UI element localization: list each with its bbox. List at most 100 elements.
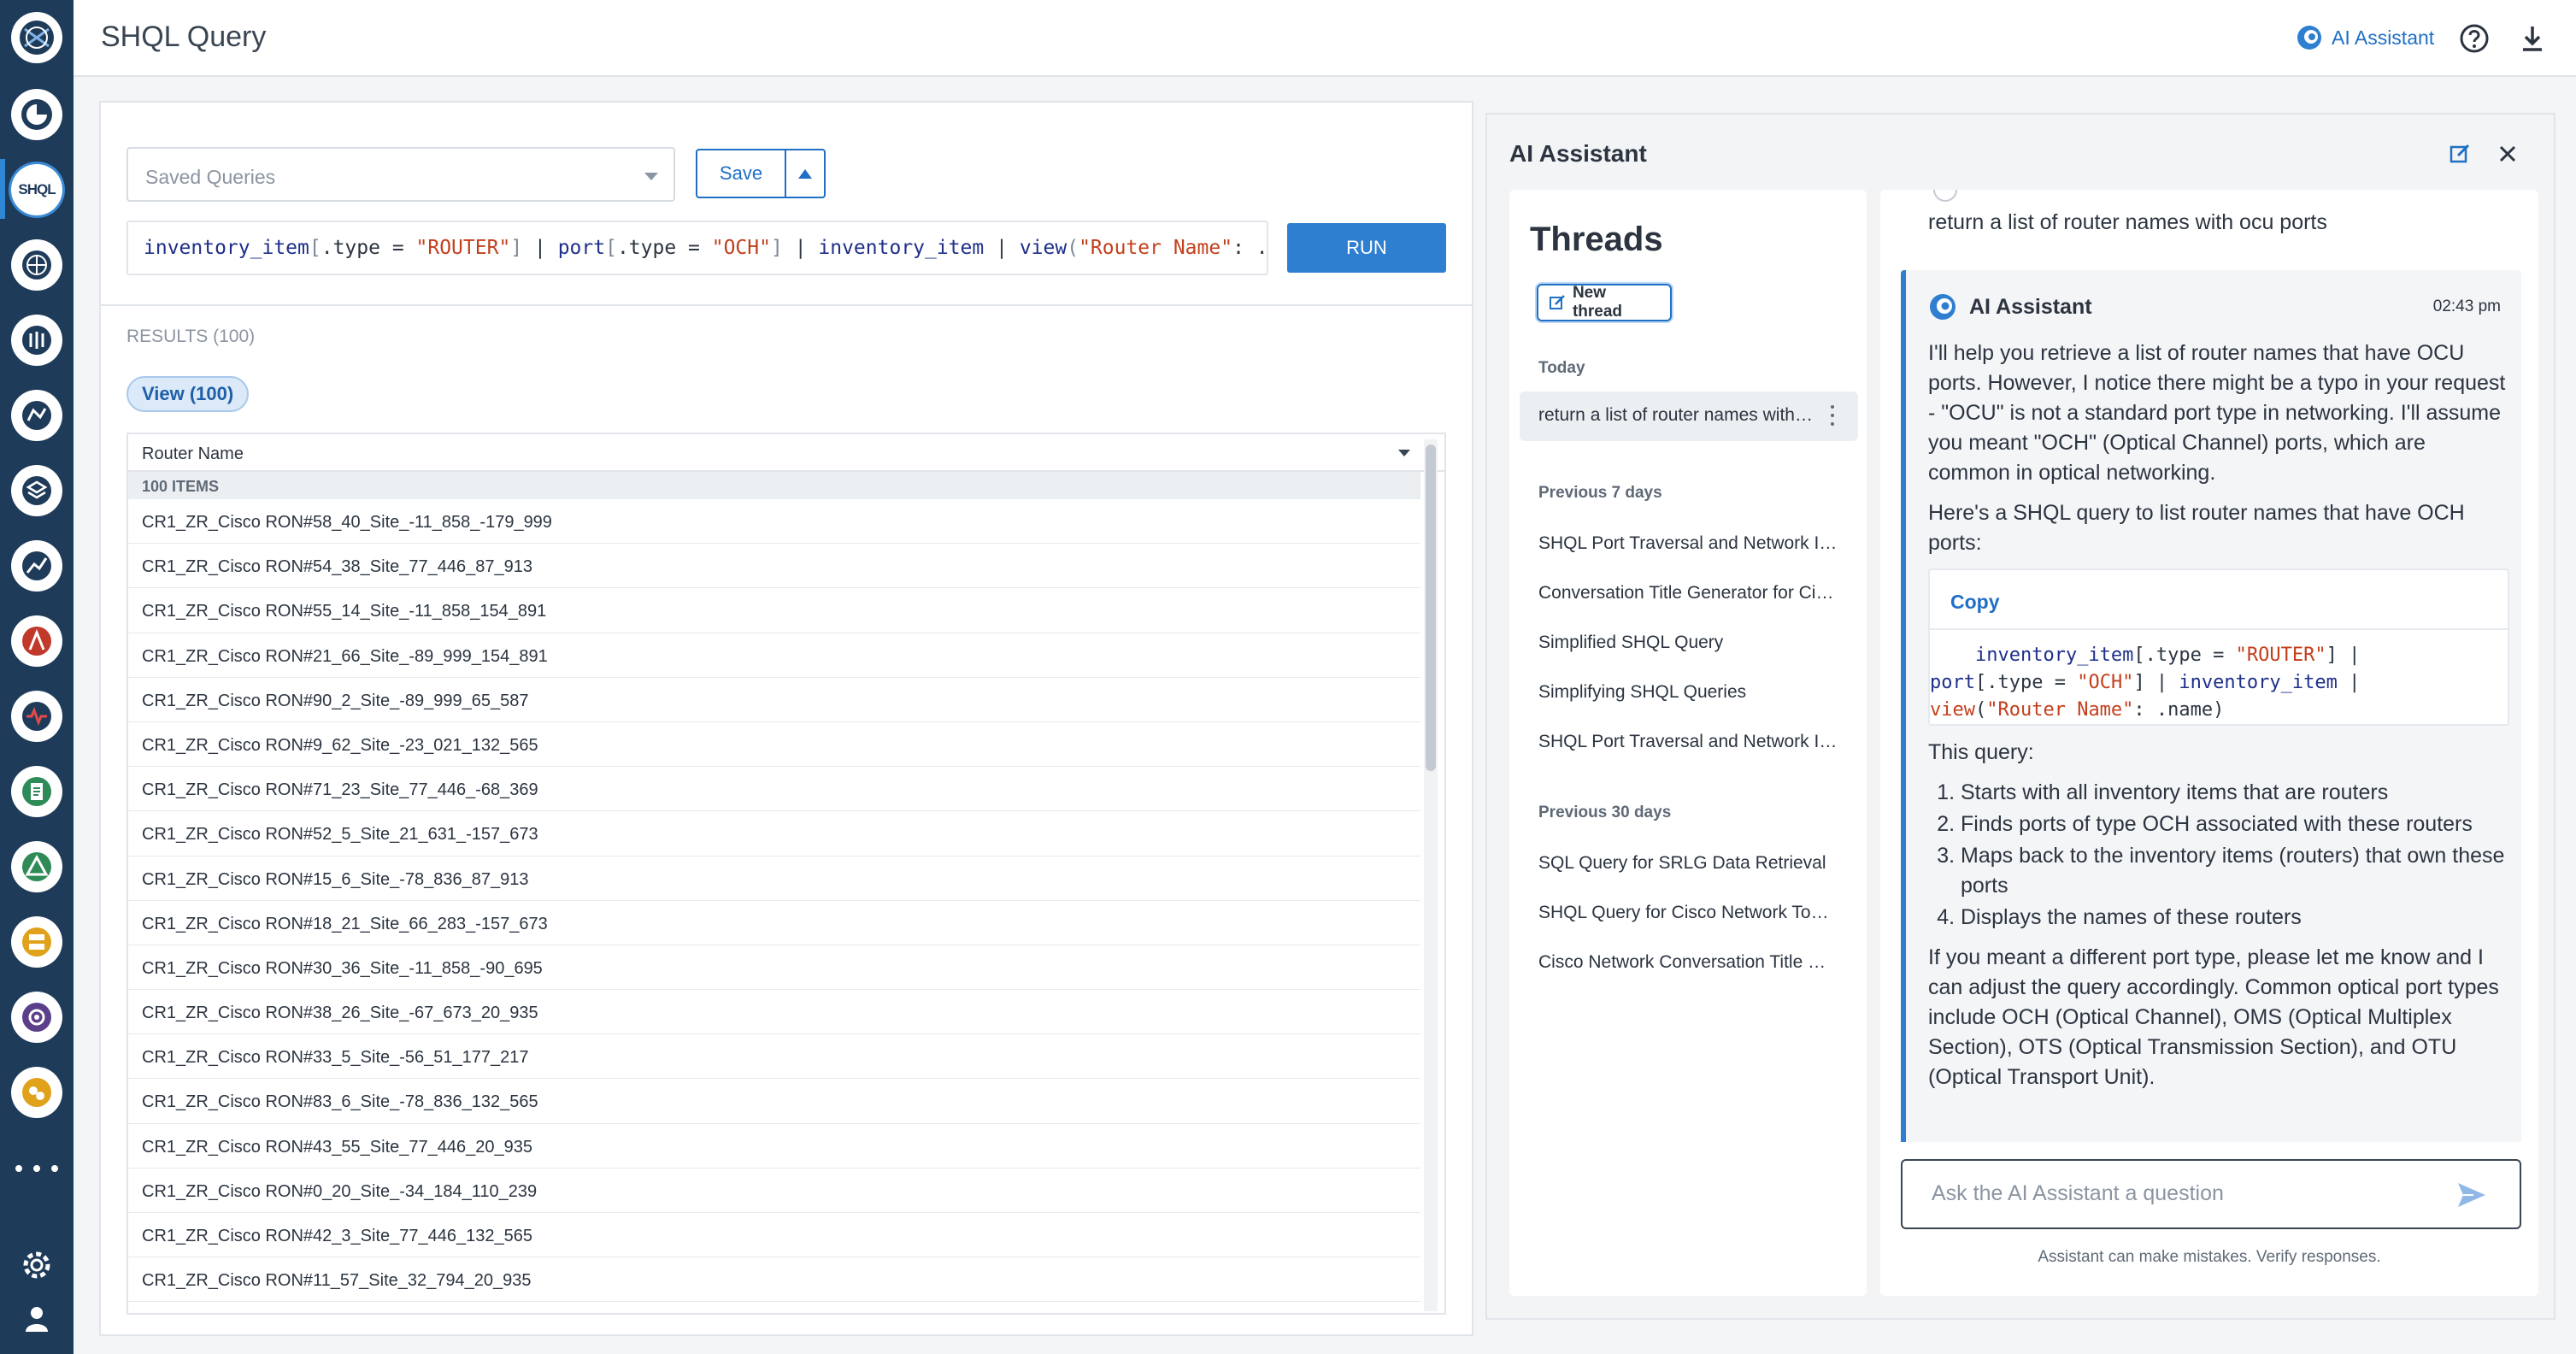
network-icon[interactable] bbox=[11, 315, 62, 366]
assistant-message-body: I'll help you retrieve a list of router … bbox=[1928, 338, 2509, 1103]
table-row[interactable]: CR1_ZR_Cisco RON#38_26_Site_-67_673_20_9… bbox=[128, 990, 1420, 1035]
search-icon[interactable] bbox=[11, 691, 62, 742]
table-row[interactable]: CR1_ZR_Cisco RON#42_3_Site_77_446_132_56… bbox=[128, 1213, 1420, 1258]
ai-assistant-header-button[interactable]: AI Assistant bbox=[2296, 24, 2434, 51]
thread-item[interactable]: SHQL Port Traversal and Network Inventor… bbox=[1538, 732, 1838, 752]
cross-launch-icon[interactable] bbox=[11, 89, 62, 140]
chart-icon[interactable] bbox=[11, 540, 62, 592]
ask-input[interactable]: Ask the AI Assistant a question bbox=[1901, 1159, 2521, 1229]
thread-item[interactable]: Simplifying SHQL Queries bbox=[1538, 682, 1838, 703]
save-button[interactable]: Save bbox=[697, 150, 786, 197]
close-icon[interactable] bbox=[2496, 142, 2520, 166]
view-tab[interactable]: View (100) bbox=[126, 376, 250, 412]
map-icon[interactable] bbox=[11, 390, 62, 441]
top-header: SHQL Query AI Assistant bbox=[74, 0, 2576, 77]
help-icon[interactable] bbox=[2458, 22, 2491, 55]
message-paragraph: This query: bbox=[1928, 740, 2034, 764]
table-row[interactable]: CR1_ZR_Cisco RON#11_57_Site_32_794_20_93… bbox=[128, 1257, 1420, 1303]
ai-assistant-header-label: AI Assistant bbox=[2332, 26, 2435, 49]
thread-menu-icon[interactable] bbox=[1831, 405, 1836, 426]
thread-item[interactable]: SHQL Port Traversal and Network Inventor… bbox=[1538, 533, 1838, 554]
thread-item[interactable]: Conversation Title Generator for Cisco bbox=[1538, 583, 1838, 603]
rows: CR1_ZR_Cisco RON#58_40_Site_-11_858_-179… bbox=[128, 499, 1420, 1303]
table-row[interactable]: CR1_ZR_Cisco RON#71_23_Site_77_446_-68_3… bbox=[128, 767, 1420, 812]
code-block: Copy inventory_item[.type = "ROUTER"] | … bbox=[1928, 568, 2509, 726]
assistant-message-header: AI Assistant bbox=[1928, 292, 2092, 321]
shql-query-input[interactable]: inventory_item[.type = "ROUTER"] | port[… bbox=[126, 221, 1268, 275]
document-icon[interactable] bbox=[11, 766, 62, 817]
table-row[interactable]: CR1_ZR_Cisco RON#83_6_Site_-78_836_132_5… bbox=[128, 1079, 1420, 1124]
download-icon[interactable] bbox=[2516, 22, 2549, 55]
thread-item[interactable]: return a list of router names with ocu p… bbox=[1538, 405, 1814, 426]
bar-icon[interactable] bbox=[11, 615, 62, 667]
table-row[interactable]: CR1_ZR_Cisco RON#30_36_Site_-11_858_-90_… bbox=[128, 945, 1420, 991]
ai-panel-title: AI Assistant bbox=[1509, 140, 1647, 167]
threads-sidebar: Threads New thread Today return a list o… bbox=[1509, 190, 1867, 1296]
table-row[interactable]: CR1_ZR_Cisco RON#15_6_Site_-78_836_87_91… bbox=[128, 857, 1420, 901]
list-item: Maps back to the inventory items (router… bbox=[1961, 841, 2509, 901]
edit-icon[interactable] bbox=[2448, 142, 2472, 166]
table-row[interactable]: CR1_ZR_Cisco RON#55_14_Site_-11_858_154_… bbox=[128, 588, 1420, 633]
chevron-down-icon bbox=[1398, 450, 1410, 456]
results-label: RESULTS (100) bbox=[126, 327, 256, 346]
table-row[interactable]: CR1_ZR_Cisco RON#33_5_Site_-56_51_177_21… bbox=[128, 1034, 1420, 1080]
message-paragraph: Here's a SHQL query to list router names… bbox=[1928, 501, 2465, 555]
thread-item[interactable]: SQL Query for SRLG Data Retrieval bbox=[1538, 853, 1838, 874]
nav-active-indicator bbox=[0, 159, 5, 219]
message-paragraph: I'll help you retrieve a list of router … bbox=[1928, 341, 2506, 485]
saved-queries-select[interactable]: Saved Queries bbox=[126, 147, 675, 202]
table-row[interactable]: CR1_ZR_Cisco RON#18_21_Site_66_283_-157_… bbox=[128, 901, 1420, 945]
list-item: Starts with all inventory items that are… bbox=[1961, 778, 2509, 808]
logo-icon[interactable] bbox=[11, 12, 62, 63]
steps-list: Starts with all inventory items that are… bbox=[1928, 778, 2509, 933]
tools-icon[interactable] bbox=[11, 1067, 62, 1118]
saved-queries-placeholder: Saved Queries bbox=[145, 166, 276, 188]
save-options-button[interactable] bbox=[786, 150, 824, 197]
new-thread-label: New thread bbox=[1572, 284, 1623, 321]
table-row[interactable]: CR1_ZR_Cisco RON#58_40_Site_-11_858_-179… bbox=[128, 499, 1420, 545]
layers-icon[interactable] bbox=[11, 465, 62, 516]
shql-icon[interactable]: SHQL bbox=[11, 164, 62, 215]
chat-messages[interactable]: return a list of router names with ocu p… bbox=[1880, 190, 2538, 1142]
divider bbox=[101, 304, 1472, 306]
thread-item[interactable]: Simplified SHQL Query bbox=[1538, 633, 1838, 653]
triangle-icon[interactable] bbox=[11, 841, 62, 892]
more-icon[interactable] bbox=[15, 1156, 58, 1181]
items-count: 100 ITEMS bbox=[128, 472, 1420, 499]
globe-icon[interactable] bbox=[11, 239, 62, 291]
circle-icon[interactable] bbox=[11, 992, 62, 1043]
group-today: Today bbox=[1538, 359, 1585, 377]
ai-assistant-panel: AI Assistant Threads New thread Today re… bbox=[1485, 113, 2555, 1320]
shql-label: SHQL bbox=[18, 181, 56, 197]
gear-icon[interactable] bbox=[18, 1246, 56, 1284]
group-previous-7-days: Previous 7 days bbox=[1538, 484, 1662, 502]
table-row[interactable]: CR1_ZR_Cisco RON#90_2_Site_-89_999_65_58… bbox=[128, 678, 1420, 722]
thread-item[interactable]: SHQL Query for Cisco Network Topology bbox=[1538, 903, 1838, 923]
send-icon[interactable] bbox=[2456, 1181, 2487, 1209]
results-table: Router Name 100 ITEMS CR1_ZR_Cisco RON#5… bbox=[126, 433, 1446, 1315]
table-row[interactable]: CR1_ZR_Cisco RON#43_55_Site_77_446_20_93… bbox=[128, 1124, 1420, 1169]
new-thread-icon bbox=[1549, 295, 1565, 309]
scrollbar-thumb[interactable] bbox=[1426, 444, 1436, 771]
message-paragraph: If you meant a different port type, plea… bbox=[1928, 945, 2499, 1089]
assistant-message: AI Assistant 02:43 pm I'll help you retr… bbox=[1901, 270, 2521, 1142]
code-content: inventory_item[.type = "ROUTER"] | port[… bbox=[1930, 645, 2361, 721]
column-header[interactable]: Router Name bbox=[128, 434, 1444, 472]
ai-swirl-icon bbox=[2297, 26, 2321, 50]
new-thread-button[interactable]: New thread bbox=[1537, 284, 1672, 321]
server-icon[interactable] bbox=[11, 916, 62, 968]
copy-button[interactable]: Copy bbox=[1930, 570, 2508, 630]
table-row[interactable]: CR1_ZR_Cisco RON#52_5_Site_21_631_-157_6… bbox=[128, 811, 1420, 857]
page-title: SHQL Query bbox=[101, 21, 267, 53]
chat-area: return a list of router names with ocu p… bbox=[1880, 190, 2538, 1296]
table-row[interactable]: CR1_ZR_Cisco RON#9_62_Site_-23_021_132_5… bbox=[128, 722, 1420, 768]
table-row[interactable]: CR1_ZR_Cisco RON#54_38_Site_77_446_87_91… bbox=[128, 544, 1420, 589]
user-icon[interactable] bbox=[18, 1301, 56, 1339]
user-message: return a list of router names with ocu p… bbox=[1928, 210, 2327, 234]
run-button[interactable]: RUN bbox=[1287, 223, 1446, 273]
table-row[interactable]: CR1_ZR_Cisco RON#21_66_Site_-89_999_154_… bbox=[128, 633, 1420, 678]
table-row[interactable]: CR1_ZR_Cisco RON#0_20_Site_-34_184_110_2… bbox=[128, 1169, 1420, 1213]
group-previous-30-days: Previous 30 days bbox=[1538, 804, 1672, 821]
chevron-down-icon bbox=[644, 173, 658, 180]
thread-item[interactable]: Cisco Network Conversation Title Generat… bbox=[1538, 952, 1838, 973]
